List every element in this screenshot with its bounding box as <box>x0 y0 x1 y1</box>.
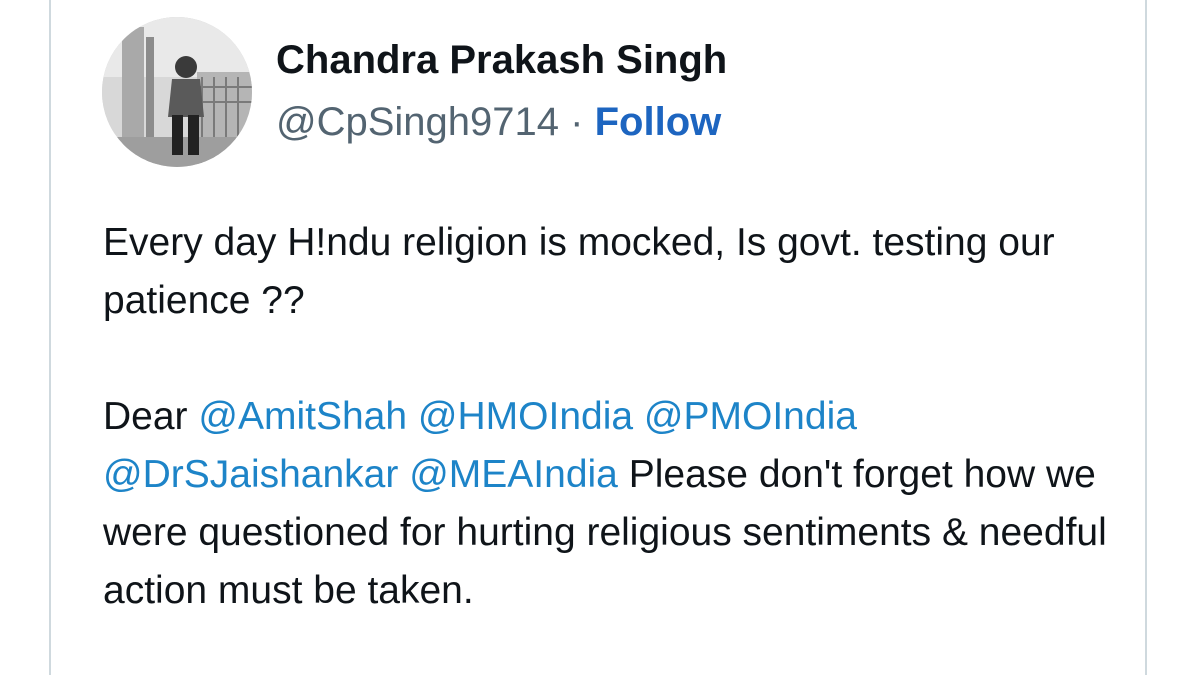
follow-button[interactable]: Follow <box>595 100 722 144</box>
mention-link[interactable]: @HMOIndia <box>418 395 633 438</box>
tweet-paragraph: Dear @AmitShah @HMOIndia @PMOIndia @DrSJ… <box>103 388 1133 620</box>
salutation: Dear <box>103 395 188 438</box>
display-name[interactable]: Chandra Prakash Singh <box>276 38 727 83</box>
mention-link[interactable]: @AmitShah <box>198 395 407 438</box>
avatar[interactable] <box>102 17 252 167</box>
tweet-text: Every day H!ndu religion is mocked, Is g… <box>103 214 1133 620</box>
avatar-photo <box>102 17 252 167</box>
tweet-paragraph: Every day H!ndu religion is mocked, Is g… <box>103 221 1055 322</box>
handle-line: @CpSingh9714 · Follow <box>276 100 721 145</box>
mention-link[interactable]: @PMOIndia <box>644 395 857 438</box>
mention-link[interactable]: @MEAIndia <box>409 453 618 496</box>
mention-link[interactable]: @DrSJaishankar <box>103 453 398 496</box>
handle[interactable]: @CpSingh9714 <box>276 100 559 144</box>
separator-dot: · <box>570 100 584 144</box>
